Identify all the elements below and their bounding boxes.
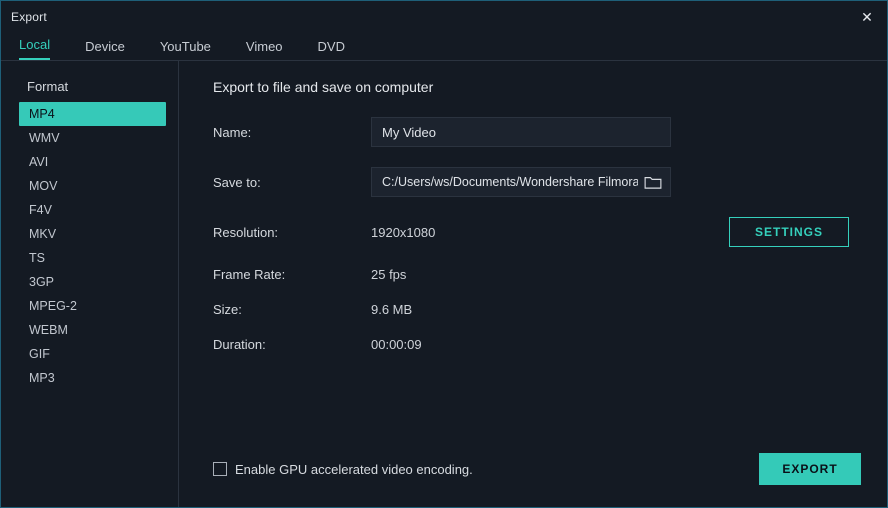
format-item-ts[interactable]: TS <box>19 246 166 270</box>
window-title: Export <box>11 10 857 24</box>
tab-dvd[interactable]: DVD <box>318 39 345 60</box>
gpu-checkbox[interactable] <box>213 462 227 476</box>
saveto-label: Save to: <box>213 175 371 190</box>
row-resolution: Resolution: 1920x1080 SETTINGS <box>213 217 859 247</box>
main-area: Format MP4 WMV AVI MOV F4V MKV TS 3GP MP… <box>1 61 887 507</box>
format-item-wmv[interactable]: WMV <box>19 126 166 150</box>
settings-button-label: SETTINGS <box>755 225 823 239</box>
size-label: Size: <box>213 302 371 317</box>
name-input[interactable]: My Video <box>371 117 671 147</box>
duration-label: Duration: <box>213 337 371 352</box>
format-item-mpeg2[interactable]: MPEG-2 <box>19 294 166 318</box>
row-size: Size: 9.6 MB <box>213 302 859 317</box>
settings-button[interactable]: SETTINGS <box>729 217 849 247</box>
format-item-avi[interactable]: AVI <box>19 150 166 174</box>
size-value: 9.6 MB <box>371 302 412 317</box>
tab-device[interactable]: Device <box>85 39 125 60</box>
row-name: Name: My Video <box>213 117 859 147</box>
format-item-mkv[interactable]: MKV <box>19 222 166 246</box>
title-bar: Export ✕ <box>1 1 887 33</box>
tab-local[interactable]: Local <box>19 37 50 60</box>
export-tabs: Local Device YouTube Vimeo DVD <box>1 33 887 61</box>
format-item-3gp[interactable]: 3GP <box>19 270 166 294</box>
format-item-f4v[interactable]: F4V <box>19 198 166 222</box>
export-button-label: EXPORT <box>782 462 837 476</box>
close-icon[interactable]: ✕ <box>857 9 877 26</box>
export-button[interactable]: EXPORT <box>759 453 861 485</box>
tab-youtube[interactable]: YouTube <box>160 39 211 60</box>
format-item-mp4[interactable]: MP4 <box>19 102 166 126</box>
format-item-mov[interactable]: MOV <box>19 174 166 198</box>
export-panel: Export to file and save on computer Name… <box>179 61 887 507</box>
framerate-label: Frame Rate: <box>213 267 371 282</box>
saveto-field[interactable]: C:/Users/ws/Documents/Wondershare Filmor… <box>371 167 671 197</box>
panel-footer: Enable GPU accelerated video encoding. E… <box>213 453 861 485</box>
framerate-value: 25 fps <box>371 267 406 282</box>
format-item-mp3[interactable]: MP3 <box>19 366 166 390</box>
row-framerate: Frame Rate: 25 fps <box>213 267 859 282</box>
saveto-path: C:/Users/ws/Documents/Wondershare Filmor… <box>382 175 638 189</box>
format-item-webm[interactable]: WEBM <box>19 318 166 342</box>
row-saveto: Save to: C:/Users/ws/Documents/Wondersha… <box>213 167 859 197</box>
gpu-checkbox-label: Enable GPU accelerated video encoding. <box>235 462 473 477</box>
row-duration: Duration: 00:00:09 <box>213 337 859 352</box>
panel-headline: Export to file and save on computer <box>213 79 859 95</box>
name-label: Name: <box>213 125 371 140</box>
resolution-label: Resolution: <box>213 225 371 240</box>
format-item-gif[interactable]: GIF <box>19 342 166 366</box>
tab-vimeo[interactable]: Vimeo <box>246 39 283 60</box>
name-input-value: My Video <box>382 125 436 140</box>
format-heading: Format <box>19 79 166 94</box>
format-sidebar: Format MP4 WMV AVI MOV F4V MKV TS 3GP MP… <box>1 61 179 507</box>
resolution-value: 1920x1080 <box>371 225 435 240</box>
duration-value: 00:00:09 <box>371 337 422 352</box>
folder-icon[interactable] <box>644 175 662 189</box>
